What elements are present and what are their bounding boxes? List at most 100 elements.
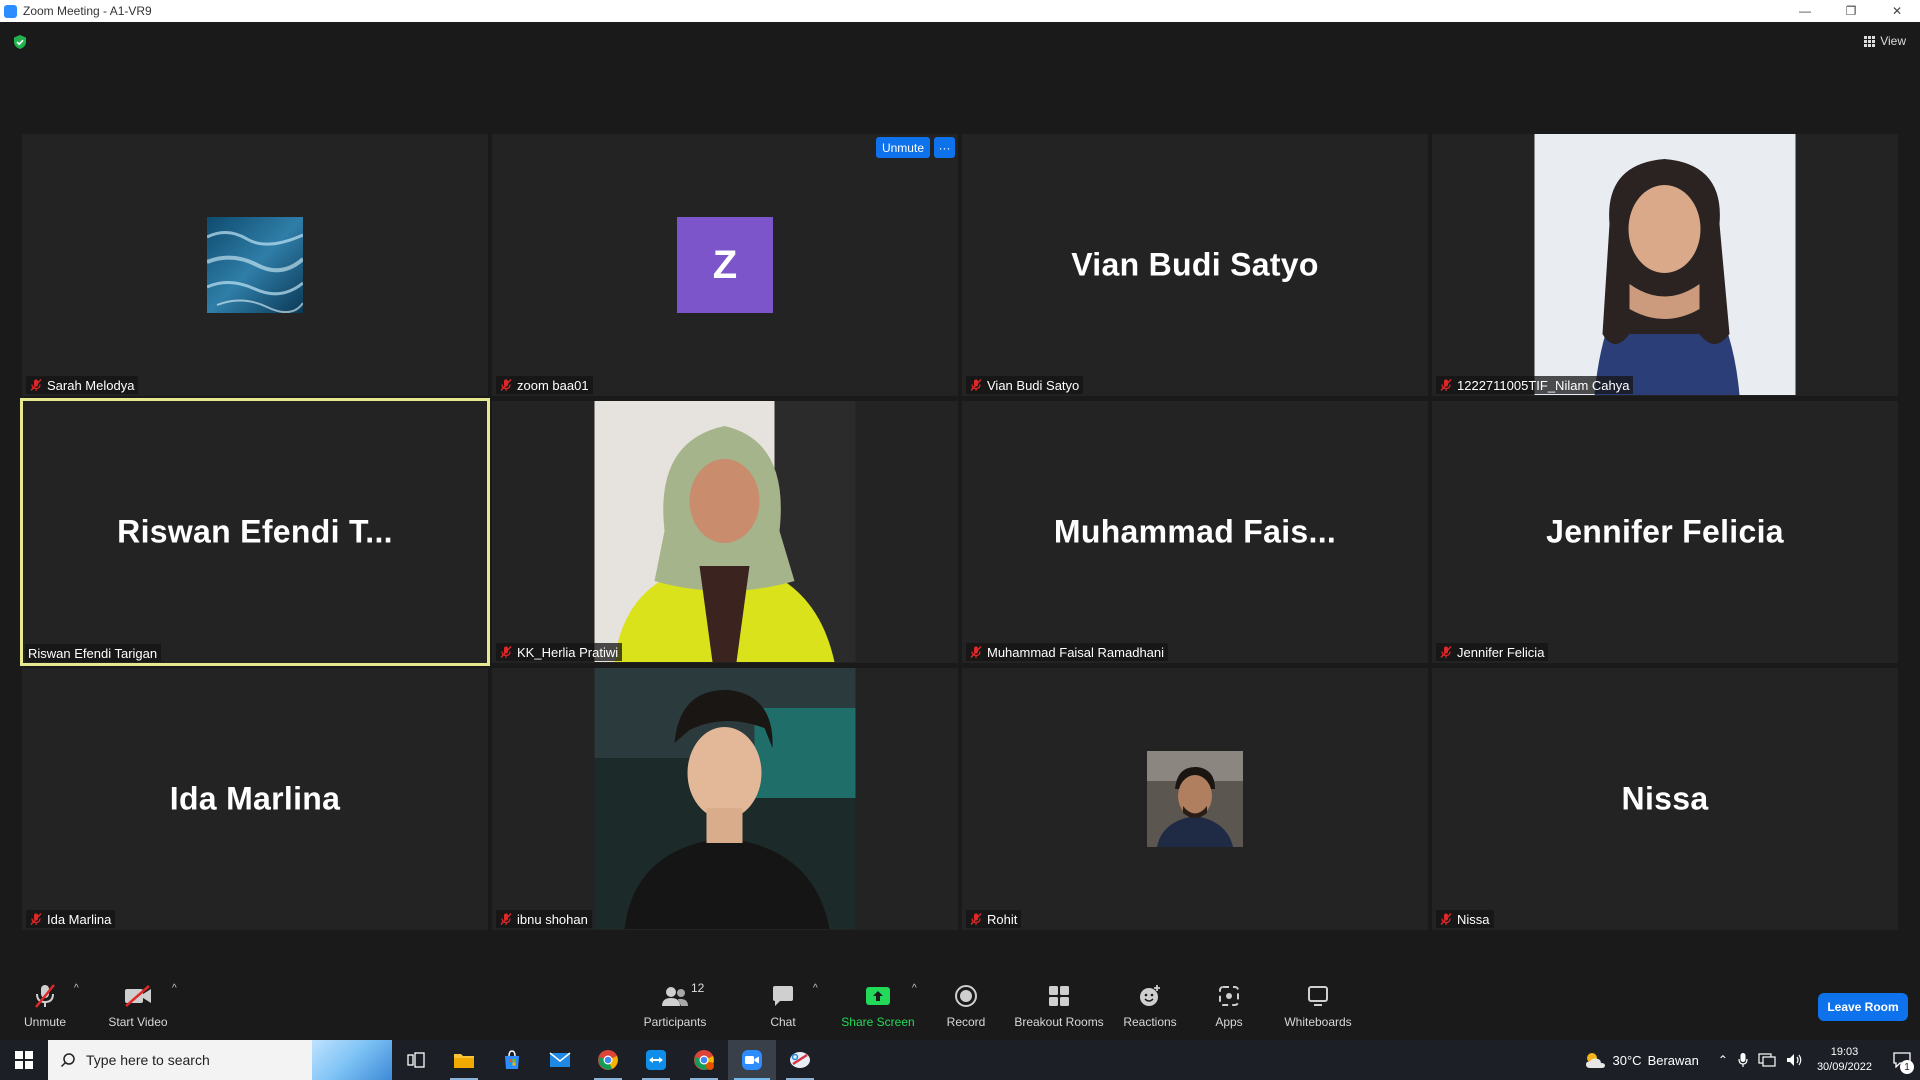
search-highlight-image: [312, 1040, 392, 1080]
participant-tile[interactable]: Jennifer Felicia Jennifer Felicia: [1432, 401, 1898, 663]
mail-app[interactable]: [536, 1040, 584, 1080]
restore-button[interactable]: ❐: [1828, 0, 1874, 22]
volume-icon[interactable]: [1786, 1053, 1804, 1067]
participant-name-label: Muhammad Faisal Ramadhani: [966, 643, 1169, 661]
start-button[interactable]: [0, 1040, 48, 1080]
notification-count-badge: 1: [1900, 1060, 1914, 1074]
leave-room-button[interactable]: Leave Room: [1818, 993, 1908, 1021]
task-view-button[interactable]: [392, 1040, 440, 1080]
zoom-video-icon: [742, 1050, 762, 1070]
notification-center-button[interactable]: 1: [1884, 1040, 1920, 1080]
breakout-rooms-icon: [1049, 986, 1069, 1006]
close-button[interactable]: ✕: [1874, 0, 1920, 22]
chrome-profile-icon: [694, 1050, 714, 1070]
participant-tile[interactable]: Z Unmute ··· zoom baa01: [492, 134, 958, 396]
record-icon: [955, 985, 977, 1007]
chat-options-caret[interactable]: ^: [813, 983, 818, 994]
participants-icon: [662, 987, 688, 1006]
snipping-tool-icon: [790, 1052, 810, 1068]
participant-big-name: Nissa: [1621, 780, 1709, 817]
microsoft-store-app[interactable]: [488, 1040, 536, 1080]
zoom-app-icon: [4, 4, 17, 18]
participant-tile[interactable]: Nissa Nissa: [1432, 668, 1898, 930]
share-options-caret[interactable]: ^: [912, 983, 917, 994]
muted-mic-icon: [35, 984, 55, 1008]
file-explorer-app[interactable]: [440, 1040, 488, 1080]
window-controls: — ❐ ✕: [1782, 0, 1920, 22]
clock-time: 19:03: [1830, 1046, 1859, 1058]
meeting-stage: View Sarah Melodya Z Unmute ··· zoom baa…: [0, 22, 1920, 977]
video-options-caret[interactable]: ^: [172, 983, 177, 994]
network-icon[interactable]: [1758, 1053, 1776, 1067]
participant-tile[interactable]: Vian Budi Satyo Vian Budi Satyo: [962, 134, 1428, 396]
participant-big-name: Ida Marlina: [169, 780, 341, 817]
initial-avatar: Z: [677, 217, 773, 313]
share-screen-button[interactable]: Share Screen: [838, 977, 918, 1040]
muted-mic-icon: [500, 646, 512, 658]
participant-tile[interactable]: Sarah Melodya: [22, 134, 488, 396]
weather-widget[interactable]: 30°C Berawan: [1583, 1050, 1699, 1070]
participant-big-name: Jennifer Felicia: [1546, 513, 1784, 550]
chrome-profile-app[interactable]: [680, 1040, 728, 1080]
apps-button[interactable]: Apps: [1206, 977, 1252, 1040]
task-view-icon: [407, 1052, 425, 1068]
start-video-button[interactable]: Start Video: [104, 977, 172, 1040]
breakout-rooms-button[interactable]: Breakout Rooms: [1012, 977, 1106, 1040]
participant-name-label: Vian Budi Satyo: [966, 376, 1084, 394]
participant-tile[interactable]: Rohit: [962, 668, 1428, 930]
view-button[interactable]: View: [1864, 34, 1906, 48]
teamviewer-app[interactable]: [632, 1040, 680, 1080]
audio-options-caret[interactable]: ^: [74, 983, 79, 994]
folder-icon: [454, 1054, 474, 1068]
unmute-button[interactable]: Unmute: [14, 977, 76, 1040]
security-shield-icon[interactable]: [12, 34, 28, 50]
whiteboards-button[interactable]: Whiteboards: [1280, 977, 1356, 1040]
participant-big-name: Vian Budi Satyo: [1071, 246, 1319, 283]
participant-name-label: Nissa: [1436, 910, 1494, 928]
record-button[interactable]: Record: [942, 977, 990, 1040]
participant-name-label: ibnu shohan: [496, 910, 592, 928]
muted-mic-icon: [500, 913, 512, 925]
participant-name-label: Ida Marlina: [26, 910, 116, 928]
participants-button[interactable]: 12 Participants: [640, 977, 710, 1040]
participant-tile[interactable]: KK_Herlia Pratiwi: [492, 401, 958, 663]
reactions-button[interactable]: Reactions: [1120, 977, 1180, 1040]
mail-envelope-icon: [549, 1052, 571, 1067]
active-speaker-tile[interactable]: Riswan Efendi T... Riswan Efendi Tarigan: [20, 398, 490, 666]
muted-mic-icon: [970, 379, 982, 391]
microphone-tray-icon[interactable]: [1738, 1052, 1748, 1068]
search-icon: [60, 1053, 75, 1068]
participant-tile[interactable]: Ida Marlina Ida Marlina: [22, 668, 488, 930]
more-options-button[interactable]: ···: [934, 137, 955, 158]
whiteboard-icon: [1308, 986, 1328, 1006]
system-clock[interactable]: 19:03 30/09/2022: [1817, 1045, 1872, 1075]
teamviewer-icon: [646, 1050, 666, 1070]
meeting-controls-toolbar: Unmute ^ Start Video ^ 12 Participants C…: [0, 977, 1920, 1040]
participant-name-label: KK_Herlia Pratiwi: [496, 643, 623, 661]
participant-big-name: Riswan Efendi T...: [117, 513, 393, 550]
minimize-button[interactable]: —: [1782, 0, 1828, 22]
muted-mic-icon: [970, 913, 982, 925]
participant-name-label: Rohit: [966, 910, 1022, 928]
chrome-app[interactable]: [584, 1040, 632, 1080]
view-label: View: [1880, 34, 1906, 48]
muted-mic-icon: [1440, 913, 1452, 925]
snipping-tool-app[interactable]: [776, 1040, 824, 1080]
share-screen-icon: [866, 987, 890, 1005]
ask-unmute-button[interactable]: Unmute: [875, 137, 930, 158]
tray-overflow-chevron-icon[interactable]: ⌃: [1718, 1053, 1728, 1067]
participant-tile[interactable]: ibnu shohan: [492, 668, 958, 930]
chat-button[interactable]: Chat: [763, 977, 803, 1040]
participant-tile[interactable]: 1222711005TIF_Nilam Cahya: [1432, 134, 1898, 396]
muted-mic-icon: [500, 379, 512, 391]
participant-tile[interactable]: Muhammad Fais... Muhammad Faisal Ramadha…: [962, 401, 1428, 663]
weather-temperature: 30°C: [1612, 1052, 1642, 1068]
participant-name-label: 1222711005TIF_Nilam Cahya: [1436, 376, 1634, 394]
participant-name-label: zoom baa01: [496, 376, 593, 394]
reactions-smiley-icon: [1140, 985, 1160, 1006]
zoom-app[interactable]: [728, 1040, 776, 1080]
muted-mic-icon: [30, 913, 42, 925]
apps-icon: [1219, 986, 1239, 1006]
grid-view-icon: [1864, 35, 1876, 47]
taskbar-search-box[interactable]: Type here to search: [48, 1040, 392, 1080]
